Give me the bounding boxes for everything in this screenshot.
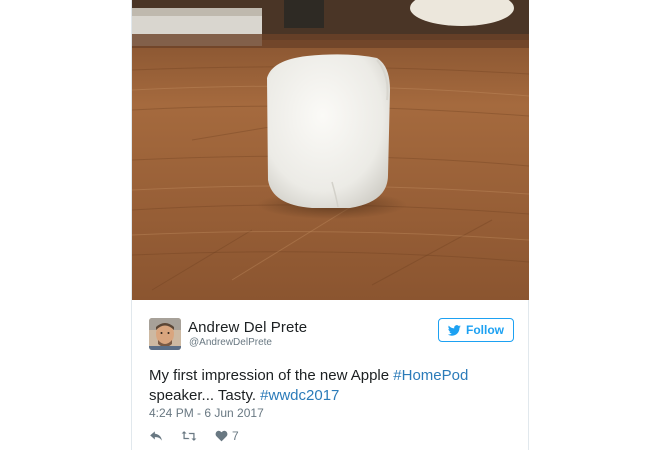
- like-button[interactable]: 7: [215, 429, 239, 443]
- avatar[interactable]: [149, 318, 181, 350]
- reply-button[interactable]: [149, 430, 163, 442]
- tweet-photo[interactable]: [132, 0, 529, 300]
- retweet-button[interactable]: [181, 430, 197, 442]
- tweet-text-part: My first impression of the new Apple: [149, 367, 394, 384]
- like-count: 7: [232, 429, 239, 443]
- avatar-image: [149, 318, 181, 350]
- tweet-text: My first impression of the new Apple #Ho…: [149, 366, 509, 406]
- author-handle[interactable]: @AndrewDelPrete: [189, 337, 272, 348]
- follow-button[interactable]: Follow: [438, 318, 514, 342]
- hashtag-link[interactable]: #HomePod: [393, 367, 468, 384]
- reply-icon: [150, 431, 162, 441]
- tweet-card: Andrew Del Prete @AndrewDelPrete Follow …: [131, 0, 529, 450]
- tweet-actions: 7: [149, 428, 239, 444]
- heart-icon: [215, 430, 228, 442]
- follow-label: Follow: [466, 323, 504, 337]
- marshmallow-photo: [132, 0, 529, 300]
- retweet-icon: [181, 431, 197, 441]
- tweet-timestamp[interactable]: 4:24 PM - 6 Jun 2017: [149, 406, 264, 420]
- twitter-bird-icon: [448, 324, 461, 336]
- tweet-text-part: speaker... Tasty.: [149, 387, 261, 404]
- author-name[interactable]: Andrew Del Prete: [188, 319, 307, 336]
- hashtag-link[interactable]: #wwdc2017: [260, 387, 339, 404]
